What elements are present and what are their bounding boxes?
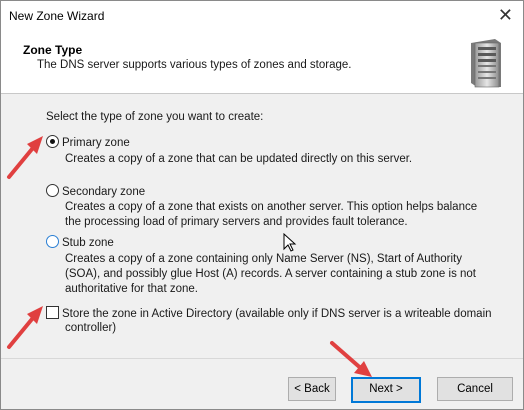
radio-secondary-zone[interactable]: Secondary zone xyxy=(46,184,145,198)
window-title: New Zone Wizard xyxy=(9,9,105,23)
server-tower-icon xyxy=(471,39,501,88)
title-bar: New Zone Wizard ✕ xyxy=(1,1,523,31)
description-line: Creates a copy of a zone containing only… xyxy=(65,253,462,265)
description-line: Creates a copy of a zone that can be upd… xyxy=(65,153,413,165)
description-line: (SOA), and possibly glue Host (A) record… xyxy=(65,268,477,280)
radio-primary-zone[interactable]: Primary zone xyxy=(46,135,130,149)
radio-button-stub[interactable] xyxy=(46,235,59,248)
zone-type-prompt: Select the type of zone you want to crea… xyxy=(46,111,264,123)
wizard-header: Zone Type The DNS server supports variou… xyxy=(1,31,523,94)
description-line: the processing load of primary servers a… xyxy=(65,216,408,228)
primary-zone-label: Primary zone xyxy=(62,137,130,149)
footer-divider xyxy=(1,358,523,359)
annotation-arrow-next xyxy=(330,341,372,377)
store-in-ad-label-line2: controller) xyxy=(65,322,117,334)
page-subtitle: The DNS server supports various types of… xyxy=(37,59,352,71)
radio-button-primary[interactable] xyxy=(46,135,59,148)
page-title: Zone Type xyxy=(23,43,83,57)
stub-zone-label: Stub zone xyxy=(62,237,114,249)
stub-zone-description: Creates a copy of a zone containing only… xyxy=(65,252,476,297)
mouse-cursor-icon xyxy=(283,233,297,252)
description-line: authoritative for that zone. xyxy=(65,283,198,295)
radio-button-secondary[interactable] xyxy=(46,184,59,197)
store-in-ad-label: Store the zone in Active Directory (avai… xyxy=(62,308,492,320)
store-in-ad-checkbox-row[interactable]: Store the zone in Active Directory (avai… xyxy=(46,306,492,322)
annotation-arrow-checkbox xyxy=(7,306,43,349)
radio-stub-zone[interactable]: Stub zone xyxy=(46,235,114,249)
close-icon[interactable]: ✕ xyxy=(498,5,513,25)
wizard-window: New Zone Wizard ✕ Zone Type The DNS serv… xyxy=(0,0,524,410)
store-in-ad-checkbox[interactable] xyxy=(46,306,59,319)
secondary-zone-description: Creates a copy of a zone that exists on … xyxy=(65,200,477,230)
description-line: Creates a copy of a zone that exists on … xyxy=(65,201,478,213)
secondary-zone-label: Secondary zone xyxy=(62,186,146,198)
primary-zone-description: Creates a copy of a zone that can be upd… xyxy=(65,152,412,167)
store-in-ad-label-continued: controller) xyxy=(65,321,116,336)
annotation-arrow-primary xyxy=(7,136,43,179)
cancel-button[interactable]: Cancel xyxy=(437,377,513,401)
